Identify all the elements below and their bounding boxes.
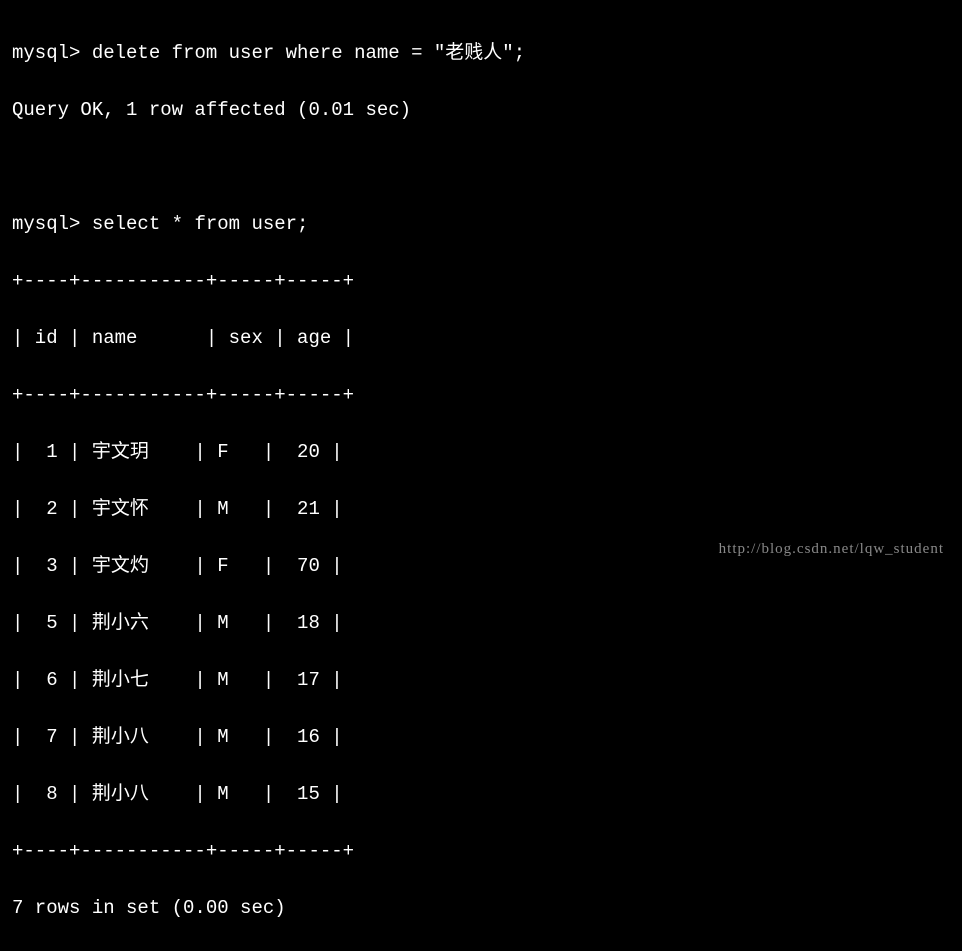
watermark-text: http://blog.csdn.net/lqw_student xyxy=(719,538,944,561)
table-border-mid: +----+-----------+-----+-----+ xyxy=(12,381,950,410)
command-line-select: mysql> select * from user; xyxy=(12,210,950,239)
table-footer: 7 rows in set (0.00 sec) xyxy=(12,894,950,923)
select-command: select * from user; xyxy=(92,213,309,235)
table-border-top: +----+-----------+-----+-----+ xyxy=(12,267,950,296)
blank-line xyxy=(12,153,950,182)
table-row: | 7 | 荆小八 | M | 16 | xyxy=(12,723,950,752)
delete-command: delete from user where name = "老贱人"; xyxy=(92,42,525,64)
table-row: | 1 | 宇文玥 | F | 20 | xyxy=(12,438,950,467)
mysql-prompt: mysql> xyxy=(12,213,80,235)
table-row: | 6 | 荆小七 | M | 17 | xyxy=(12,666,950,695)
table-row: | 5 | 荆小六 | M | 18 | xyxy=(12,609,950,638)
mysql-prompt: mysql> xyxy=(12,42,80,64)
table-header: | id | name | sex | age | xyxy=(12,324,950,353)
table-row: | 2 | 宇文怀 | M | 21 | xyxy=(12,495,950,524)
delete-result: Query OK, 1 row affected (0.01 sec) xyxy=(12,96,950,125)
terminal-output: mysql> delete from user where name = "老贱… xyxy=(12,10,950,951)
command-line-delete: mysql> delete from user where name = "老贱… xyxy=(12,39,950,68)
table-border-bottom: +----+-----------+-----+-----+ xyxy=(12,837,950,866)
table-row: | 8 | 荆小八 | M | 15 | xyxy=(12,780,950,809)
